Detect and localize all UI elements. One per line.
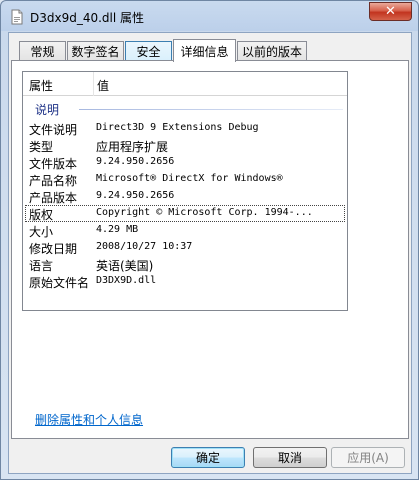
property-name: 类型 — [29, 140, 54, 154]
list-item[interactable]: 大小 4.29 MB — [23, 222, 347, 239]
tab-label: 以前的版本 — [241, 45, 302, 59]
list-item[interactable]: 修改日期 2008/10/27 10:37 — [23, 239, 347, 256]
tab-label: 数字签名 — [71, 45, 120, 59]
document-icon — [9, 9, 25, 25]
column-divider[interactable] — [93, 72, 94, 96]
list-header: 属性 值 — [23, 72, 347, 96]
property-value: 英语(美国) — [96, 259, 154, 273]
property-name: 语言 — [29, 259, 54, 273]
apply-button[interactable]: 应用(A) — [331, 447, 405, 468]
group-header-description[interactable]: 说明 — [35, 99, 343, 118]
group-divider — [79, 109, 343, 110]
column-header-value[interactable]: 值 — [97, 77, 109, 94]
property-name: 原始文件名 — [29, 276, 90, 290]
property-value: 2008/10/27 10:37 — [96, 241, 193, 252]
property-name: 产品名称 — [29, 174, 78, 188]
ok-button[interactable]: 确定 — [171, 447, 245, 468]
list-item[interactable]: 类型 应用程序扩展 — [23, 137, 347, 154]
column-header-property[interactable]: 属性 — [29, 77, 53, 94]
property-value: 4.29 MB — [96, 224, 139, 235]
details-list[interactable]: 属性 值 说明 文件说明 Direct3D 9 Extensions Debug … — [22, 71, 348, 311]
list-item[interactable]: 原始文件名 D3DX9D.dll — [23, 273, 347, 290]
close-button[interactable]: ✕ — [369, 2, 412, 21]
list-item[interactable]: 文件版本 9.24.950.2656 — [23, 154, 347, 171]
property-value: Copyright © Microsoft Corp. 1994-... — [96, 207, 313, 218]
property-name: 产品版本 — [29, 191, 78, 205]
tab-strip: 常规 数字签名 安全 详细信息 以前的版本 — [11, 39, 409, 62]
properties-dialog: D3dx9d_40.dll 属性 ✕ 常规 数字签名 安全 详细信息 以前的版本… — [0, 0, 419, 480]
tab-general[interactable]: 常规 — [19, 41, 66, 61]
property-rows: 文件说明 Direct3D 9 Extensions Debug 类型 应用程序扩展… — [23, 120, 347, 290]
tab-digital-signatures[interactable]: 数字签名 — [67, 41, 124, 61]
list-item[interactable]: 产品名称 Microsoft® DirectX for Windows® — [23, 171, 347, 188]
property-value: Microsoft® DirectX for Windows® — [96, 173, 283, 184]
property-name: 版权 — [29, 208, 54, 222]
list-item[interactable]: 语言 英语(美国) — [23, 256, 347, 273]
window-title: D3dx9d_40.dll 属性 — [30, 11, 145, 25]
list-item-focused[interactable]: 版权 Copyright © Microsoft Corp. 1994-... — [23, 205, 347, 222]
tab-label: 常规 — [30, 45, 55, 59]
group-label: 说明 — [35, 101, 66, 118]
property-value: D3DX9D.dll — [96, 275, 157, 286]
title-bar[interactable]: D3dx9d_40.dll 属性 ✕ — [1, 1, 418, 33]
list-item[interactable]: 产品版本 9.24.950.2656 — [23, 188, 347, 205]
list-item[interactable]: 文件说明 Direct3D 9 Extensions Debug — [23, 120, 347, 137]
tab-previous-versions[interactable]: 以前的版本 — [237, 41, 307, 61]
details-panel: 属性 值 说明 文件说明 Direct3D 9 Extensions Debug … — [11, 60, 409, 439]
property-value: 应用程序扩展 — [96, 140, 169, 154]
property-value: 9.24.950.2656 — [96, 156, 175, 167]
tab-details[interactable]: 详细信息 — [173, 39, 236, 62]
remove-properties-link[interactable]: 删除属性和个人信息 — [35, 411, 143, 428]
tab-label: 安全 — [136, 45, 161, 59]
tab-security[interactable]: 安全 — [125, 41, 172, 61]
cancel-button[interactable]: 取消 — [253, 447, 327, 468]
property-value: Direct3D 9 Extensions Debug — [96, 122, 259, 133]
close-icon: ✕ — [385, 4, 396, 19]
property-value: 9.24.950.2656 — [96, 190, 175, 201]
tab-label: 详细信息 — [180, 44, 229, 59]
property-name: 大小 — [29, 225, 54, 239]
dialog-body: 常规 数字签名 安全 详细信息 以前的版本 属性 值 说明 文件说明 Direct… — [8, 32, 412, 474]
property-name: 文件版本 — [29, 157, 78, 171]
property-name: 文件说明 — [29, 123, 78, 137]
property-name: 修改日期 — [29, 242, 78, 256]
